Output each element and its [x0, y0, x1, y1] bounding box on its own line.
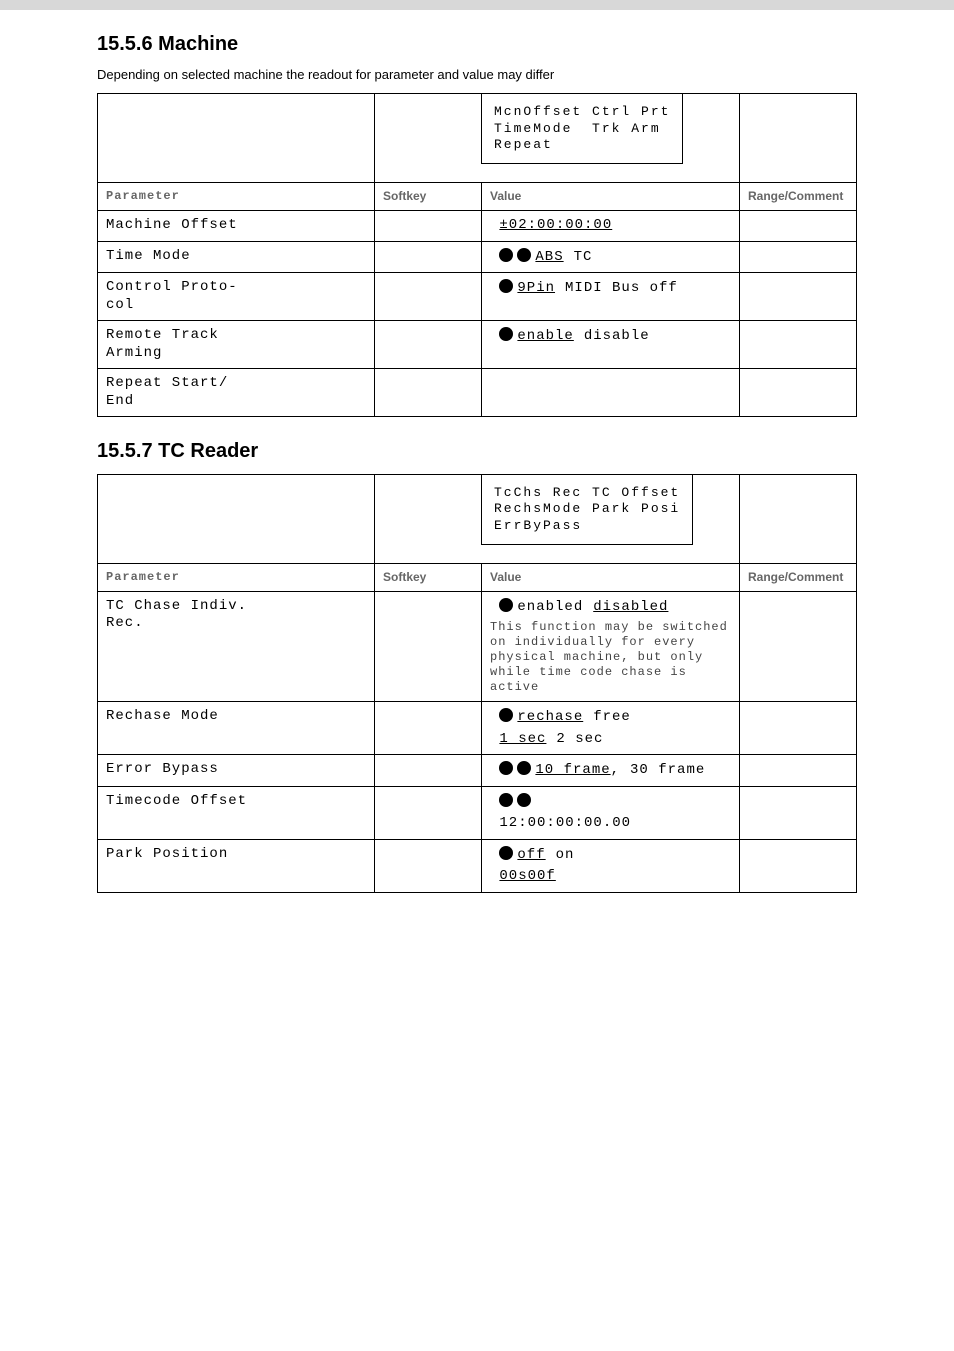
value-option: disable: [584, 328, 650, 344]
selection-dot: [499, 598, 513, 612]
selection-dot: [499, 327, 513, 341]
param-value: 10 frame, 30 frame: [482, 755, 740, 787]
softkey: [375, 273, 482, 321]
param-value: enable disable: [482, 321, 740, 369]
column-header: Range/Comment: [740, 183, 857, 211]
param-range: [740, 369, 857, 417]
value-text: ,: [611, 762, 620, 778]
param-value: 9Pin MIDI Bus off: [482, 273, 740, 321]
param-name: TC Chase Indiv. Rec.: [98, 591, 375, 702]
section-title: 15.5.6 Machine: [97, 32, 954, 57]
value-option: enabled: [517, 599, 583, 615]
value-option: 2 sec: [556, 731, 603, 747]
param-name: Machine Offset: [98, 211, 375, 242]
param-range: [740, 755, 857, 787]
softkey: [375, 755, 482, 787]
value-option: ABS: [535, 249, 563, 265]
softkey: [375, 369, 482, 417]
value-option: disabled: [593, 599, 668, 615]
value-option: 00s00f: [499, 868, 555, 884]
value-option: off: [517, 847, 545, 863]
value-option: free: [593, 709, 631, 725]
param-value: ABS TC: [482, 241, 740, 273]
column-header: Parameter: [98, 563, 375, 591]
selection-dot: [499, 793, 513, 807]
param-range: [740, 321, 857, 369]
lcd-display: TcChs Rec TC Offset RechsMode Park Posi …: [481, 474, 693, 545]
section-desc: Depending on selected machine the readou…: [97, 67, 857, 83]
column-header: Parameter: [98, 183, 375, 211]
column-header: Softkey: [375, 563, 482, 591]
value-option: 1 sec: [499, 731, 546, 747]
value-option: 30 frame: [630, 762, 705, 778]
softkey: [375, 839, 482, 892]
column-header: Value: [482, 563, 740, 591]
softkey: [375, 786, 482, 839]
param-range: [740, 702, 857, 755]
param-value: ±02:00:00:00: [482, 211, 740, 242]
param-range: [740, 591, 857, 702]
section-title: 15.5.7 TC Reader: [97, 439, 954, 464]
param-name: Rechase Mode: [98, 702, 375, 755]
selection-dot: [499, 708, 513, 722]
column-header: Softkey: [375, 183, 482, 211]
selection-dot: [517, 761, 531, 775]
selection-dot: [499, 761, 513, 775]
column-header: Range/Comment: [740, 563, 857, 591]
param-name: Error Bypass: [98, 755, 375, 787]
param-name: Timecode Offset: [98, 786, 375, 839]
param-name: Control Proto- col: [98, 273, 375, 321]
selection-dot: [517, 793, 531, 807]
param-name: Park Position: [98, 839, 375, 892]
lcd-display: McnOffset Ctrl Prt TimeMode Trk Arm Repe…: [481, 93, 683, 164]
param-name: Repeat Start/ End: [98, 369, 375, 417]
value-text: 12:00:00:00.00: [499, 815, 631, 831]
param-value: rechase free 1 sec 2 sec: [482, 702, 740, 755]
page-top-bar: [0, 0, 954, 10]
selection-dot: [517, 248, 531, 262]
softkey: [375, 591, 482, 702]
selection-dot: [499, 846, 513, 860]
param-value: enabled disabledThis function may be swit…: [482, 591, 740, 702]
param-name: Remote Track Arming: [98, 321, 375, 369]
value-option: TC: [574, 249, 593, 265]
param-range: [740, 211, 857, 242]
column-header: Value: [482, 183, 740, 211]
param-range: [740, 839, 857, 892]
softkey: [375, 211, 482, 242]
param-range: [740, 241, 857, 273]
softkey: [375, 241, 482, 273]
value-option: MIDI Bus off: [565, 280, 678, 296]
param-name: Time Mode: [98, 241, 375, 273]
value-option: on: [556, 847, 575, 863]
softkey: [375, 321, 482, 369]
param-range: [740, 786, 857, 839]
param-value: offon 00s00f: [482, 839, 740, 892]
param-range: [740, 273, 857, 321]
value-option: enable: [517, 328, 573, 344]
param-value: 12:00:00:00.00: [482, 786, 740, 839]
param-table: McnOffset Ctrl Prt TimeMode Trk Arm Repe…: [97, 93, 857, 417]
value-text: ±02:00:00:00: [499, 217, 612, 233]
param-table: TcChs Rec TC Offset RechsMode Park Posi …: [97, 474, 857, 893]
value-option: 9Pin: [517, 280, 555, 296]
value-option: 10 frame: [535, 762, 610, 778]
selection-dot: [499, 279, 513, 293]
row-comment: This function may be switched on individ…: [490, 616, 731, 695]
selection-dot: [499, 248, 513, 262]
softkey: [375, 702, 482, 755]
param-value: [482, 369, 740, 417]
value-option: rechase: [517, 709, 583, 725]
